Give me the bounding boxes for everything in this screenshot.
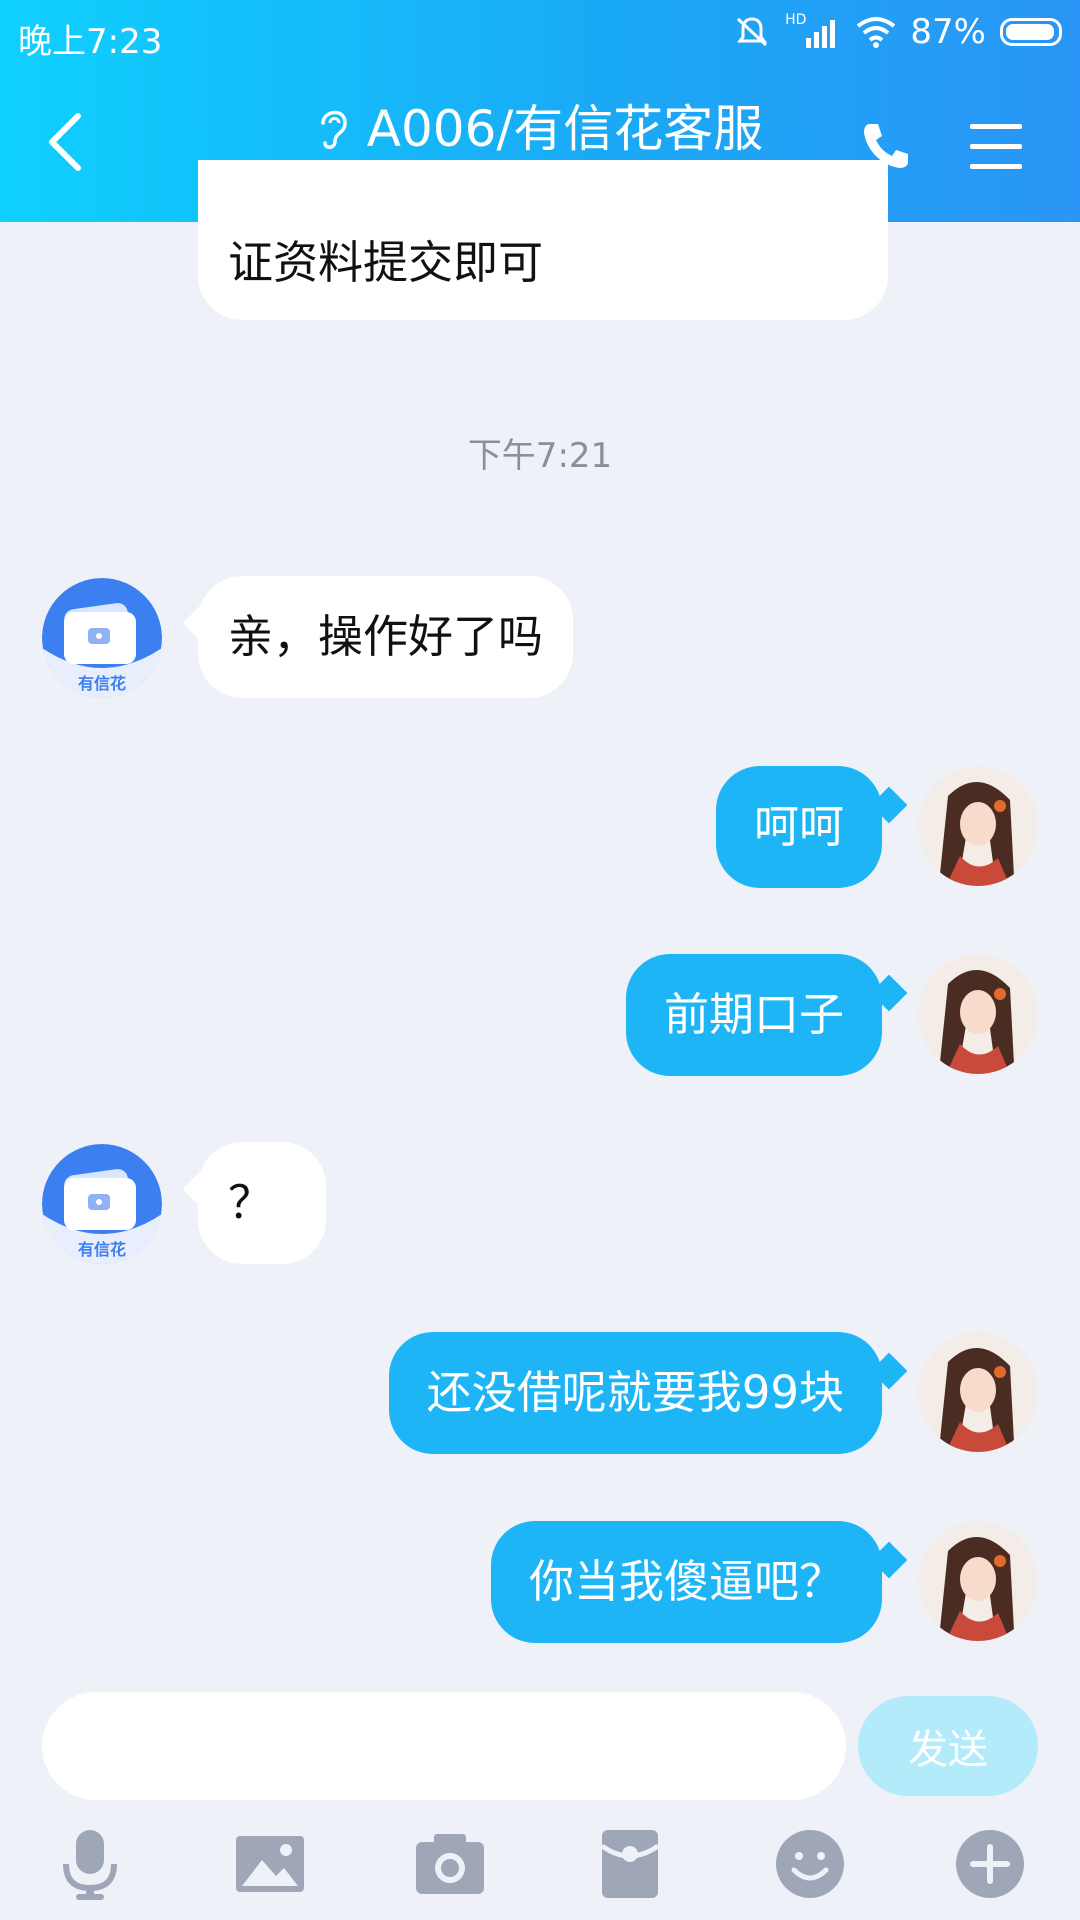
ear-icon[interactable]: [317, 105, 351, 153]
agent-avatar[interactable]: 有信花: [42, 578, 162, 698]
status-icons: HD 87%: [733, 12, 1062, 52]
message-bubble-incoming[interactable]: ？: [198, 1142, 326, 1264]
emoji-icon[interactable]: [772, 1826, 848, 1902]
message-text: 还没借呢就要我99块: [426, 1366, 844, 1419]
message-text: ？: [228, 1176, 274, 1229]
agent-avatar-label: 有信花: [77, 1240, 126, 1259]
user-portrait-icon: [918, 1332, 1038, 1452]
battery-icon: [1000, 18, 1062, 46]
agent-avatar-label: 有信花: [77, 674, 126, 693]
message-bubble-outgoing[interactable]: 还没借呢就要我99块: [388, 1332, 882, 1454]
message-text: 亲，操作好了吗: [228, 610, 544, 663]
message-timestamp: 下午7:21: [467, 436, 613, 476]
message-text: 呵呵: [753, 800, 844, 853]
user-avatar[interactable]: [918, 954, 1038, 1074]
image-icon[interactable]: [232, 1826, 308, 1902]
user-avatar[interactable]: [918, 1332, 1038, 1452]
status-time: 晚上7:23: [18, 22, 163, 62]
mute-bell-icon: [737, 17, 768, 47]
battery-percent: 87%: [910, 12, 986, 52]
agent-avatar[interactable]: 有信花: [42, 1144, 162, 1264]
message-bubble-outgoing[interactable]: 呵呵: [715, 766, 882, 888]
user-avatar[interactable]: [918, 766, 1038, 886]
message-text: 你当我傻逼吧？: [528, 1555, 844, 1608]
plus-icon[interactable]: [952, 1826, 1028, 1902]
user-portrait-icon: [918, 954, 1038, 1074]
signal-icon: [806, 20, 836, 48]
mic-icon[interactable]: [52, 1826, 128, 1902]
send-button[interactable]: 发送: [858, 1696, 1038, 1796]
message-bubble-partial[interactable]: 证资料提交即可: [198, 160, 888, 320]
network-hd-label: HD: [785, 12, 807, 28]
message-input[interactable]: [42, 1692, 846, 1800]
message-bubble-outgoing[interactable]: 前期口子: [625, 954, 882, 1076]
user-avatar[interactable]: [918, 1521, 1038, 1641]
chat-title: A006/有信花客服: [366, 100, 764, 158]
message-text: 证资料提交即可: [228, 236, 544, 289]
camera-icon[interactable]: [412, 1826, 488, 1902]
wifi-icon: [857, 17, 896, 48]
message-bubble-incoming[interactable]: 亲，操作好了吗: [198, 576, 574, 698]
user-portrait-icon: [918, 1521, 1038, 1641]
red-packet-icon[interactable]: [592, 1826, 668, 1902]
user-portrait-icon: [918, 766, 1038, 886]
message-text: 前期口子: [663, 988, 844, 1041]
menu-icon[interactable]: [968, 120, 1024, 174]
message-bubble-outgoing[interactable]: 你当我傻逼吧？: [490, 1521, 882, 1643]
